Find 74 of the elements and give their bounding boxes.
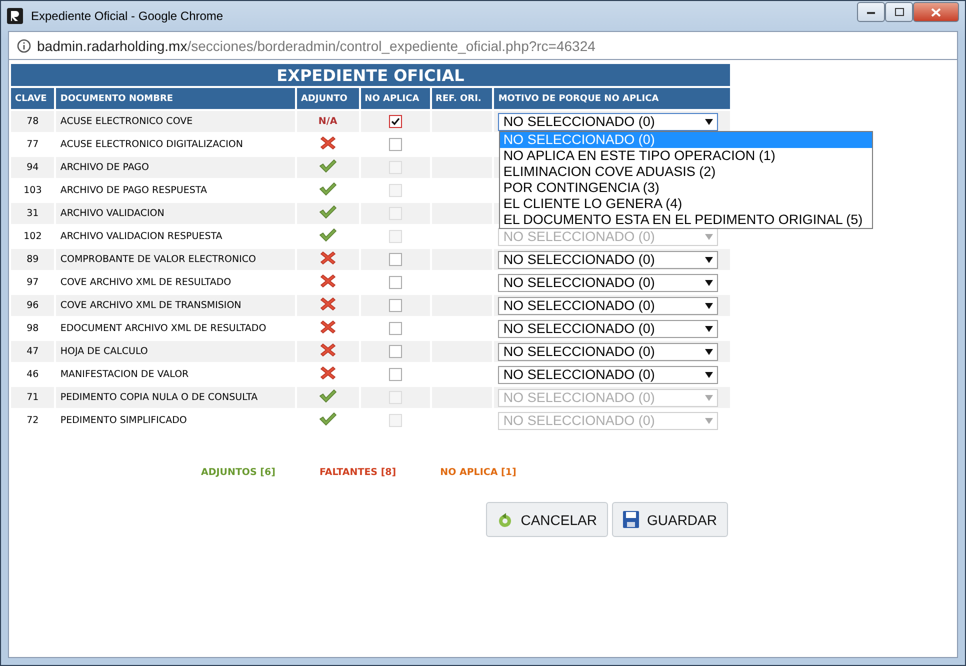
check-icon	[318, 182, 337, 196]
check-icon	[318, 389, 337, 403]
minimize-icon	[867, 10, 875, 14]
close-button[interactable]	[913, 2, 959, 22]
cross-icon	[320, 273, 336, 289]
reason-dropdown[interactable]: NO SELECCIONADO (0)	[498, 366, 718, 384]
checkbox[interactable]	[388, 253, 402, 266]
column-header: DOCUMENTO NOMBRE	[56, 88, 295, 109]
reason-dropdown[interactable]: NO SELECCIONADO (0)	[498, 250, 718, 268]
summary-count: NO APLICA [1]	[440, 467, 516, 478]
table-cell: 96	[11, 295, 54, 316]
minimize-button[interactable]	[857, 2, 885, 22]
table-cell: ARCHIVO DE PAGO	[56, 157, 295, 178]
table-cell: 94	[11, 157, 54, 178]
app-logo-icon	[7, 8, 23, 24]
table-title: EXPEDIENTE OFICIAL	[11, 64, 730, 86]
check-icon	[318, 228, 337, 242]
check-icon	[318, 205, 337, 219]
maximize-button[interactable]	[885, 2, 913, 22]
check-icon	[318, 159, 337, 173]
table-cell: COVE ARCHIVO XML DE TRANSMISION	[56, 295, 295, 316]
table-cell: COMPROBANTE DE VALOR ELECTRONICO	[56, 249, 295, 270]
cross-icon	[320, 319, 336, 335]
summary-count: FALTANTES [8]	[319, 467, 396, 478]
checkbox[interactable]	[388, 115, 402, 128]
cross-icon	[320, 250, 336, 266]
checkbox[interactable]	[388, 322, 402, 335]
reason-dropdown[interactable]: NO SELECCIONADO (0)	[498, 320, 718, 338]
caret-icon	[705, 302, 714, 308]
table-cell: HOJA DE CALCULO	[56, 341, 295, 362]
cancel-button[interactable]: CANCELAR	[486, 502, 608, 537]
table-cell: 71	[11, 387, 54, 408]
caret-icon	[705, 372, 714, 378]
info-icon[interactable]	[17, 38, 31, 52]
caret-icon	[705, 256, 714, 262]
cross-icon	[320, 296, 336, 312]
caret-icon	[705, 280, 714, 286]
not-applicable-label: N/A	[318, 116, 338, 127]
table-cell: 89	[11, 249, 54, 270]
checkbox[interactable]	[388, 345, 402, 358]
column-header: CLAVE	[11, 88, 54, 109]
reason-dropdown[interactable]: NO SELECCIONADO (0)	[498, 274, 718, 292]
column-header: ADJUNTO	[296, 88, 359, 109]
caret-icon	[705, 326, 714, 332]
table-cell: 78	[11, 111, 54, 132]
table-cell: 47	[11, 341, 54, 362]
reason-dropdown[interactable]: NO SELECCIONADO (0)	[498, 342, 718, 360]
table-cell: ACUSE ELECTRONICO COVE	[56, 111, 295, 132]
caret-icon	[705, 118, 714, 124]
table-cell: PEDIMENTO COPIA NULA O DE CONSULTA	[56, 387, 295, 408]
reason-dropdown[interactable]: NO SELECCIONADO (0)	[498, 296, 718, 314]
maximize-icon	[894, 8, 904, 16]
save-button[interactable]: GUARDAR	[612, 502, 728, 537]
window-title: Expediente Oficial - Google Chrome	[31, 9, 224, 23]
cross-icon	[320, 135, 336, 151]
caret-icon	[705, 234, 714, 240]
cross-icon	[320, 365, 336, 381]
summary-count: ADJUNTOS [6]	[201, 467, 276, 478]
caret-icon	[705, 418, 714, 424]
cross-icon	[320, 342, 336, 358]
caret-icon	[705, 348, 714, 354]
checkbox[interactable]	[388, 138, 402, 151]
column-header: MOTIVO DE PORQUE NO APLICA	[494, 88, 730, 109]
checkbox[interactable]	[388, 368, 402, 381]
check-icon	[318, 412, 337, 426]
close-icon	[931, 8, 941, 16]
table-cell: ARCHIVO VALIDACION	[56, 203, 295, 224]
column-header: NO APLICA	[360, 88, 430, 109]
table-cell: 31	[11, 203, 54, 224]
caret-icon	[705, 394, 714, 400]
column-header: REF. ORI.	[432, 88, 492, 109]
checkbox[interactable]	[388, 299, 402, 312]
reason-dropdown[interactable]: NO SELECCIONADO (0)	[498, 112, 718, 130]
checkbox[interactable]	[388, 276, 402, 289]
